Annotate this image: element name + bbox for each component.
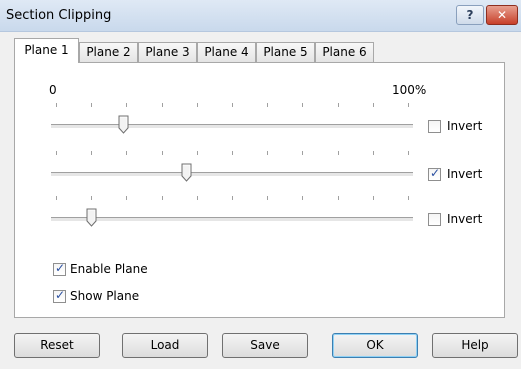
- section-clipping-dialog: Section Clipping ? ✕ Plane 1 Plane 2 Pla…: [0, 0, 521, 369]
- load-label: Load: [150, 338, 180, 352]
- tab-plane-5[interactable]: Plane 5: [256, 42, 315, 62]
- slider-tick: [232, 103, 233, 107]
- slider-tick: [338, 151, 339, 155]
- enable-plane-checkbox[interactable]: ✓: [53, 261, 66, 276]
- slider-tick: [302, 196, 303, 200]
- title-bar: Section Clipping ? ✕: [0, 0, 521, 32]
- slider-tick: [302, 151, 303, 155]
- slider-tick: [162, 196, 163, 200]
- slider-track[interactable]: [51, 124, 413, 129]
- invert-checkbox[interactable]: [428, 120, 441, 133]
- slider-tick: [232, 151, 233, 155]
- slider-tick: [408, 151, 409, 155]
- slider-tick: [267, 103, 268, 107]
- scale-max-label: 100%: [392, 83, 427, 97]
- tab-label: Plane 5: [263, 45, 308, 59]
- slider-tick: [408, 103, 409, 107]
- tab-label: Plane 6: [322, 45, 367, 59]
- show-plane-label: Show Plane: [70, 289, 140, 303]
- scale-min-label: 0: [49, 83, 57, 97]
- slider-thumb[interactable]: [118, 115, 129, 134]
- enable-plane-label: Enable Plane: [70, 262, 148, 276]
- ok-button[interactable]: OK: [332, 333, 418, 358]
- slider-tick: [267, 196, 268, 200]
- slider-tick: [56, 103, 57, 107]
- slider-tick: [338, 196, 339, 200]
- slider-tick: [126, 151, 127, 155]
- slider-tick: [197, 196, 198, 200]
- slider-tick: [56, 151, 57, 155]
- close-icon[interactable]: ✕: [486, 5, 518, 25]
- slider-tick: [162, 151, 163, 155]
- slider-tick: [91, 151, 92, 155]
- tab-plane-2[interactable]: Plane 2: [79, 42, 138, 62]
- tab-plane-1[interactable]: Plane 1: [14, 38, 79, 63]
- plane-panel: 0 100% ✓ Enable Plane ✓ Show Plane Inver…: [14, 62, 505, 318]
- check-icon: ✓: [55, 288, 66, 302]
- load-button[interactable]: Load: [122, 333, 208, 358]
- slider-tick: [162, 103, 163, 107]
- slider-thumb[interactable]: [86, 208, 97, 227]
- help-title-label: ?: [466, 8, 474, 22]
- close-title-label: ✕: [496, 8, 508, 22]
- slider-tick: [197, 151, 198, 155]
- reset-button[interactable]: Reset: [14, 333, 100, 358]
- save-label: Save: [250, 338, 280, 352]
- ok-label: OK: [366, 338, 384, 352]
- tab-label: Plane 1: [24, 43, 69, 57]
- tab-plane-3[interactable]: Plane 3: [138, 42, 197, 62]
- invert-checkbox[interactable]: [428, 213, 441, 226]
- slider-tick: [232, 196, 233, 200]
- tab-label: Plane 3: [145, 45, 190, 59]
- slider-tick: [408, 196, 409, 200]
- slider-tick: [338, 103, 339, 107]
- slider-track[interactable]: [51, 217, 413, 222]
- tab-plane-4[interactable]: Plane 4: [197, 42, 256, 62]
- tab-plane-6[interactable]: Plane 6: [315, 42, 374, 62]
- tab-label: Plane 2: [86, 45, 131, 59]
- show-plane-checkbox[interactable]: ✓: [53, 288, 66, 303]
- slider-tick: [91, 103, 92, 107]
- save-button[interactable]: Save: [222, 333, 308, 358]
- slider-track[interactable]: [51, 172, 413, 177]
- slider-tick: [373, 196, 374, 200]
- tab-label: Plane 4: [204, 45, 249, 59]
- slider-tick: [267, 151, 268, 155]
- help-label: Help: [461, 338, 489, 352]
- slider-tick: [126, 103, 127, 107]
- invert-label: Invert: [447, 212, 483, 226]
- slider-tick: [56, 196, 57, 200]
- slider-tick: [373, 103, 374, 107]
- window-title: Section Clipping: [6, 8, 112, 23]
- help-button[interactable]: Help: [432, 333, 518, 358]
- check-icon: ✓: [55, 261, 66, 275]
- slider-tick: [373, 151, 374, 155]
- question-icon[interactable]: ?: [456, 5, 484, 25]
- slider-tick: [302, 103, 303, 107]
- slider-tick: [197, 103, 198, 107]
- invert-checkbox[interactable]: ✓: [428, 166, 441, 181]
- invert-label: Invert: [447, 119, 483, 133]
- slider-thumb[interactable]: [181, 163, 192, 182]
- slider-tick: [91, 196, 92, 200]
- invert-label: Invert: [447, 167, 483, 181]
- slider-tick: [126, 196, 127, 200]
- check-icon: ✓: [430, 166, 441, 180]
- reset-label: Reset: [40, 338, 74, 352]
